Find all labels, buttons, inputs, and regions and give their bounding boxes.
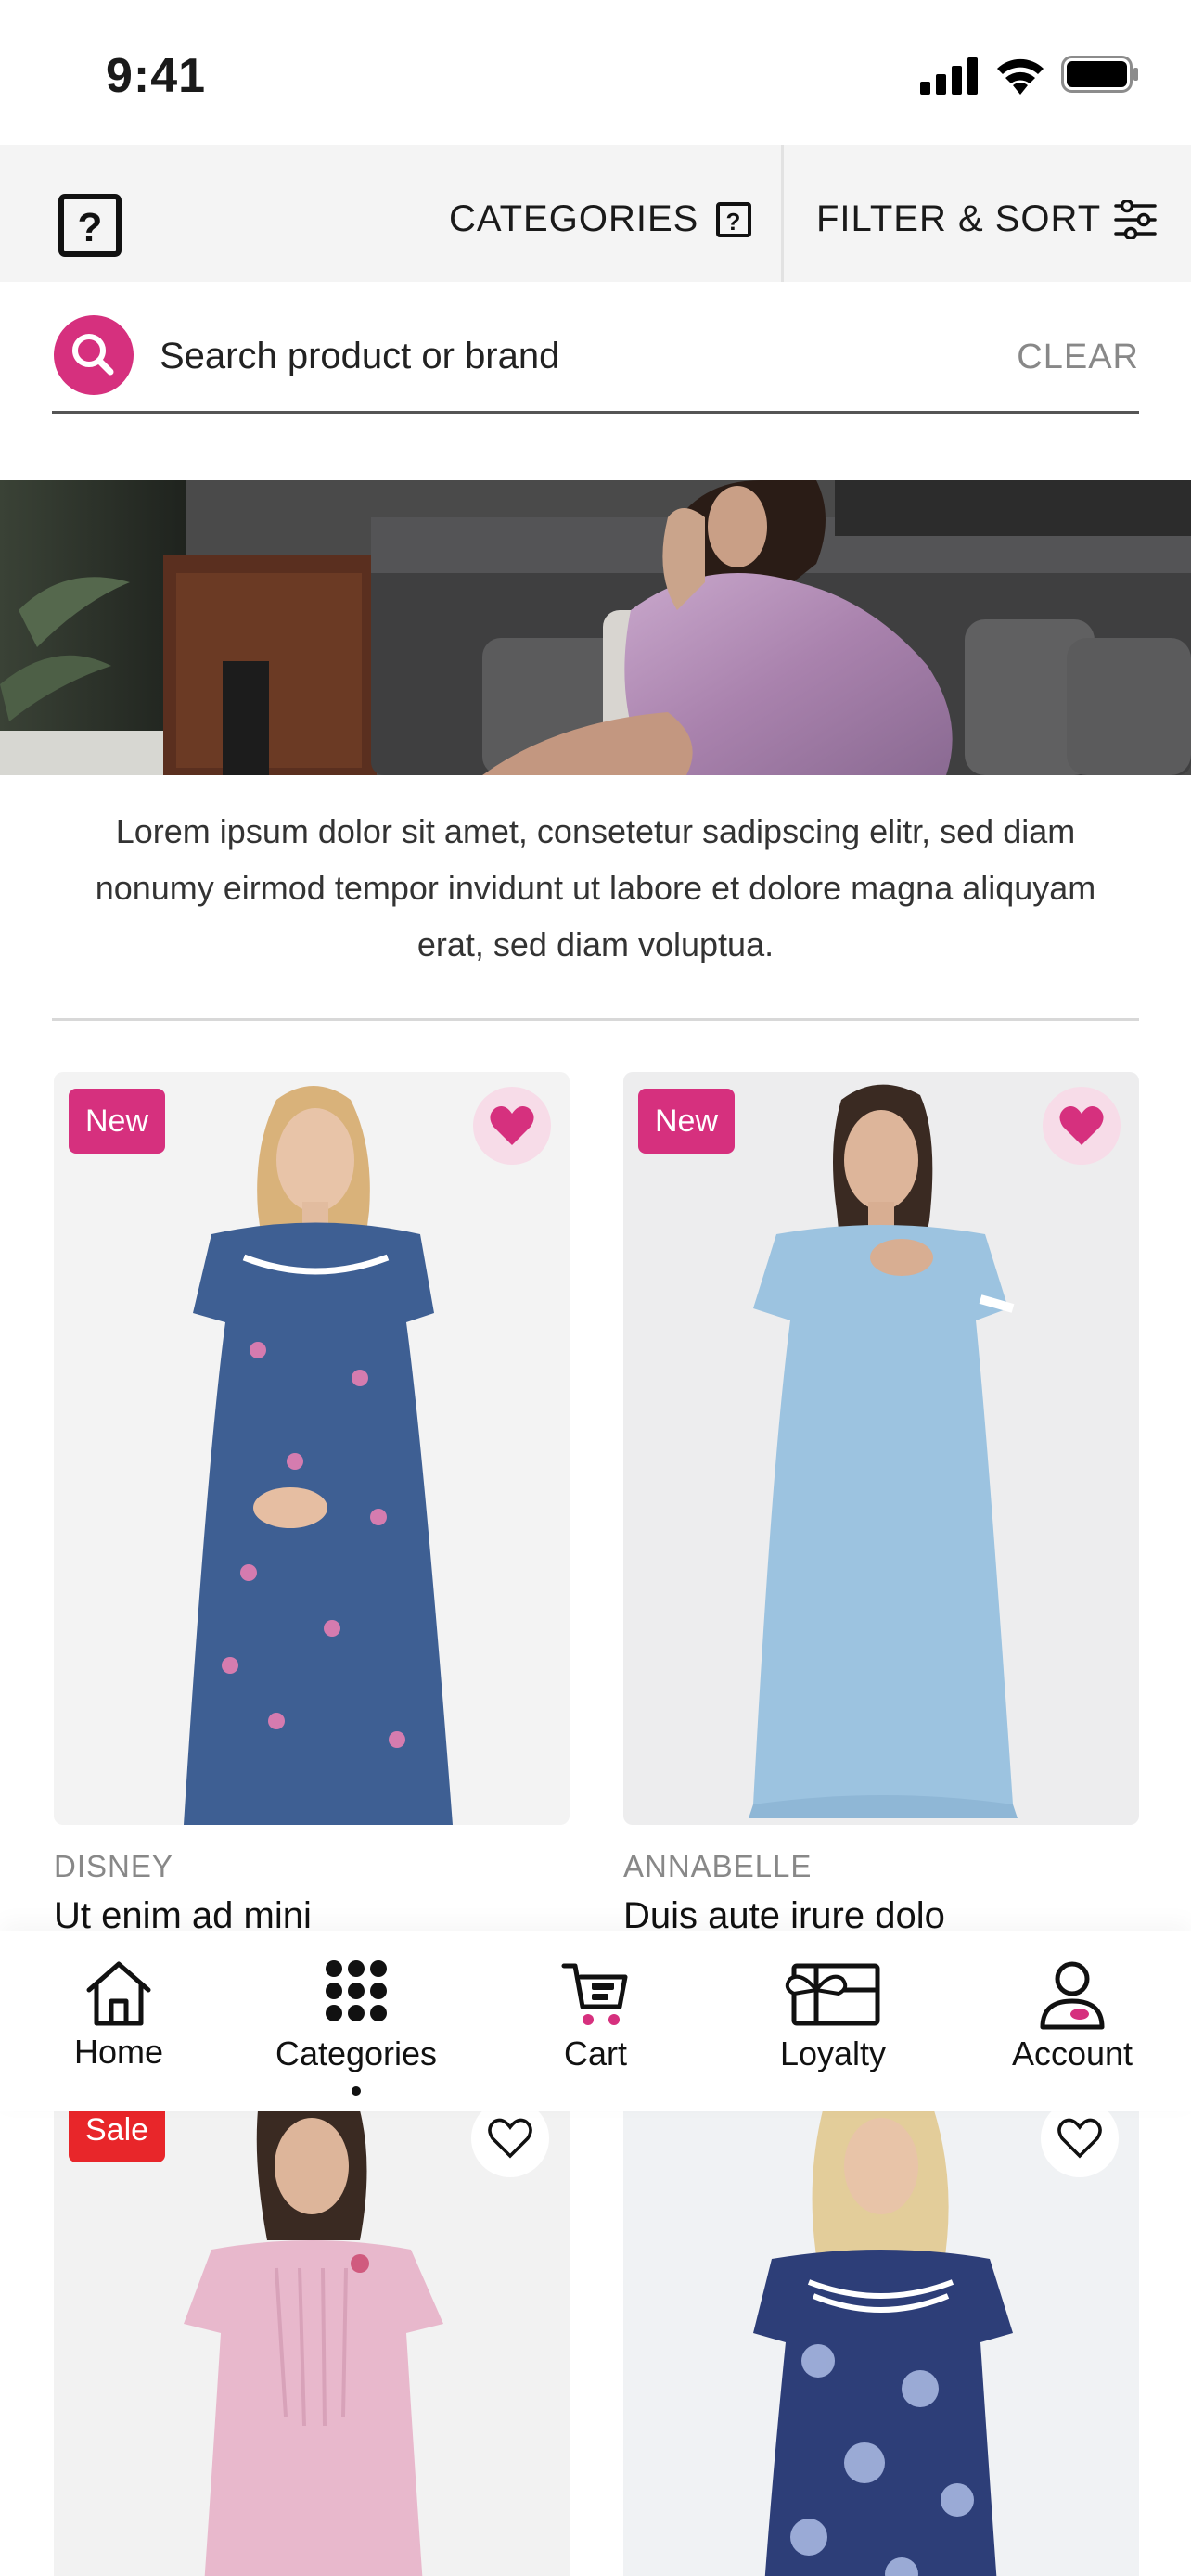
favorite-button[interactable]	[473, 1087, 551, 1165]
search-button[interactable]	[54, 315, 134, 395]
nav-loyalty[interactable]: Loyalty	[722, 1931, 944, 2111]
sliders-icon	[1114, 199, 1157, 239]
search-bar[interactable]: Search product or brand CLEAR	[52, 310, 1139, 414]
user-icon	[1040, 1961, 1105, 2030]
help-small-icon: ?	[716, 201, 752, 237]
gift-card-icon	[785, 1963, 880, 2026]
categories-label: CATEGORIES	[449, 198, 699, 239]
nav-categories-label: Categories	[275, 2034, 438, 2072]
search-input[interactable]: Search product or brand	[160, 336, 559, 377]
product-image[interactable]	[623, 2111, 1139, 2576]
nav-categories[interactable]: Categories	[245, 1931, 467, 2111]
clear-search-button[interactable]: CLEAR	[1017, 338, 1139, 377]
promo-banner-image[interactable]	[0, 480, 1191, 775]
product-image[interactable]	[623, 1072, 1139, 1825]
wifi-icon	[997, 58, 1044, 95]
heart-outline-icon	[1057, 2118, 1102, 2159]
active-indicator	[352, 2086, 361, 2096]
toolbar-divider	[781, 145, 784, 282]
nav-home[interactable]: Home	[7, 1931, 230, 2111]
product-badge: New	[638, 1089, 736, 1154]
filter-sort-button[interactable]: FILTER & SORT	[816, 198, 1157, 240]
cellular-signal-icon	[920, 57, 978, 95]
nav-home-label: Home	[73, 2033, 164, 2071]
favorite-button[interactable]	[1043, 1087, 1121, 1165]
svg-text:?: ?	[78, 205, 103, 250]
product-image[interactable]	[54, 2111, 570, 2576]
nav-cart[interactable]: Cart	[484, 1931, 707, 2111]
top-toolbar: ? CATEGORIES ? FILTER & SORT	[0, 145, 1191, 282]
heart-filled-icon	[490, 1106, 534, 1145]
cart-icon	[561, 1963, 628, 2025]
battery-icon	[1061, 56, 1138, 93]
heart-outline-icon	[488, 2118, 532, 2159]
categories-button[interactable]: CATEGORIES ?	[449, 198, 752, 240]
product-image[interactable]	[54, 1072, 570, 1825]
nav-loyalty-label: Loyalty	[779, 2034, 887, 2072]
search-icon	[72, 334, 114, 376]
home-icon	[86, 1961, 151, 2026]
nav-account-label: Account	[1011, 2034, 1133, 2072]
help-icon[interactable]: ?	[58, 193, 122, 258]
product-badge: New	[69, 1089, 166, 1154]
heart-filled-icon	[1059, 1106, 1104, 1145]
svg-text:?: ?	[726, 208, 742, 236]
nav-cart-label: Cart	[563, 2034, 627, 2072]
section-divider	[52, 1018, 1139, 1021]
favorite-button[interactable]	[1041, 2099, 1119, 2177]
grid-dots-icon	[326, 1960, 387, 2021]
banner-description: Lorem ipsum dolor sit amet, consetetur s…	[95, 812, 1096, 963]
product-brand: ANNABELLE	[623, 1849, 813, 1883]
bottom-navigation: Home Categories Cart Loyalty Account	[0, 1931, 1191, 2111]
filter-sort-label: FILTER & SORT	[816, 198, 1102, 239]
favorite-button[interactable]	[471, 2099, 549, 2177]
nav-account[interactable]: Account	[961, 1931, 1184, 2111]
status-time: 9:41	[106, 49, 207, 103]
status-bar: 9:41	[0, 0, 1191, 145]
product-brand: DISNEY	[54, 1849, 173, 1883]
